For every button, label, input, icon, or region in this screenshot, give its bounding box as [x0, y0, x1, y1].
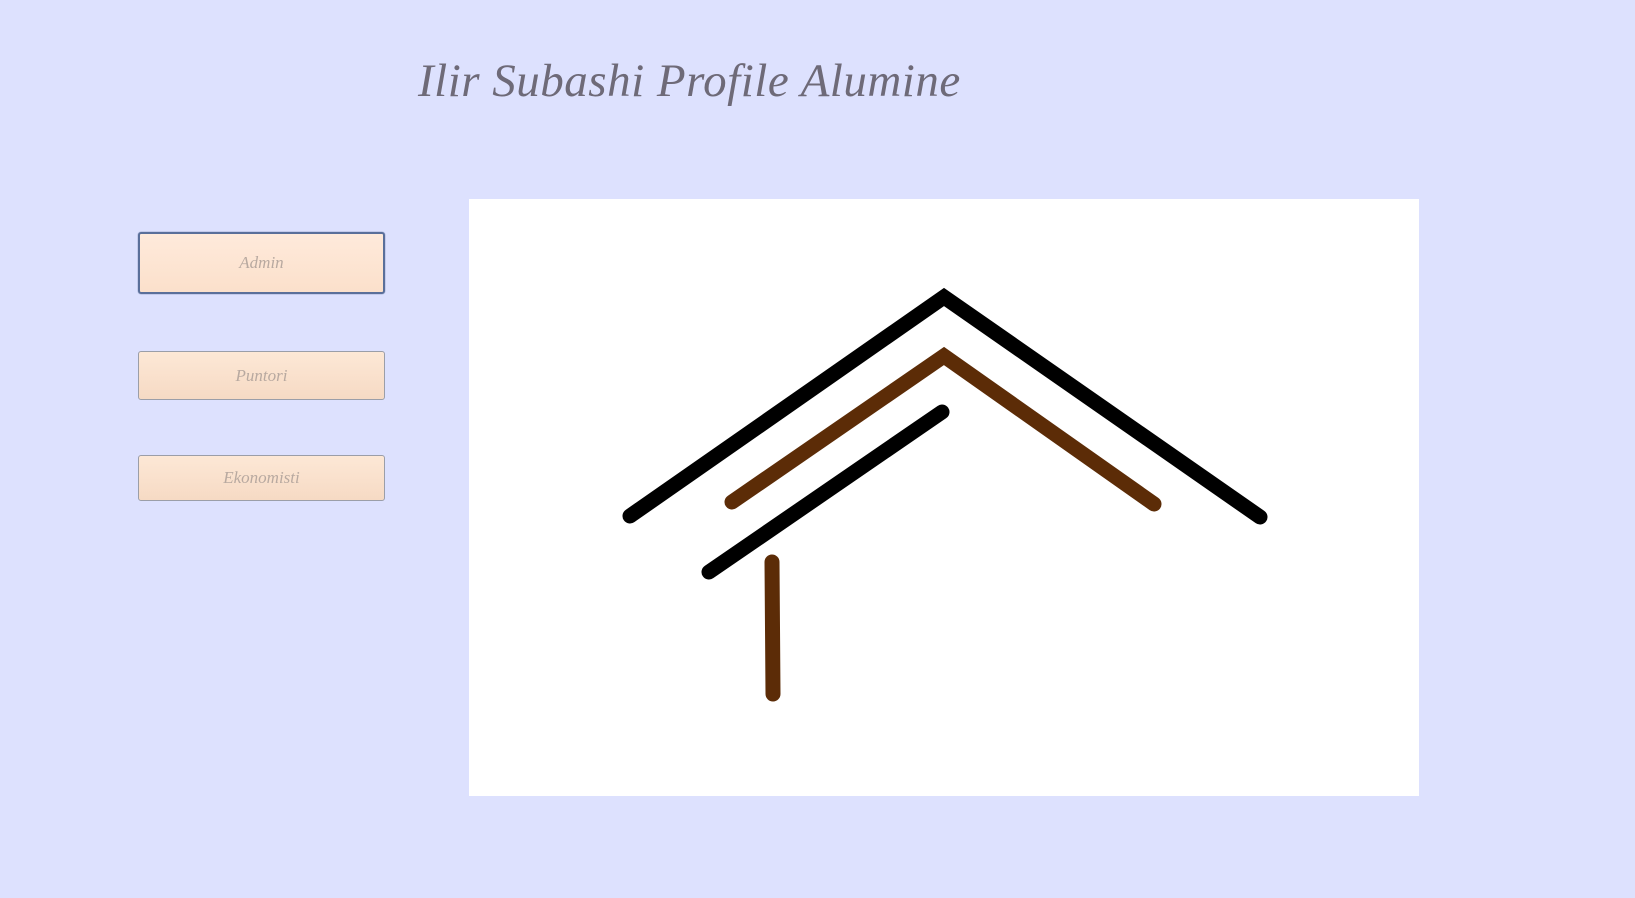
puntori-button-label: Puntori — [235, 365, 288, 385]
ekonomisti-button-label: Ekonomisti — [223, 468, 300, 487]
house-roof-logo-icon — [622, 287, 1268, 702]
inner-roof-stroke — [724, 346, 1162, 512]
page-title: Ilir Subashi Profile Alumine — [418, 55, 961, 107]
logo-panel — [469, 199, 1419, 796]
admin-button-label: Admin — [239, 253, 284, 272]
puntori-button[interactable]: Puntori — [138, 351, 385, 400]
vertical-post-stroke — [764, 554, 781, 702]
ekonomisti-button[interactable]: Ekonomisti — [138, 455, 385, 501]
admin-button[interactable]: Admin — [138, 232, 385, 294]
